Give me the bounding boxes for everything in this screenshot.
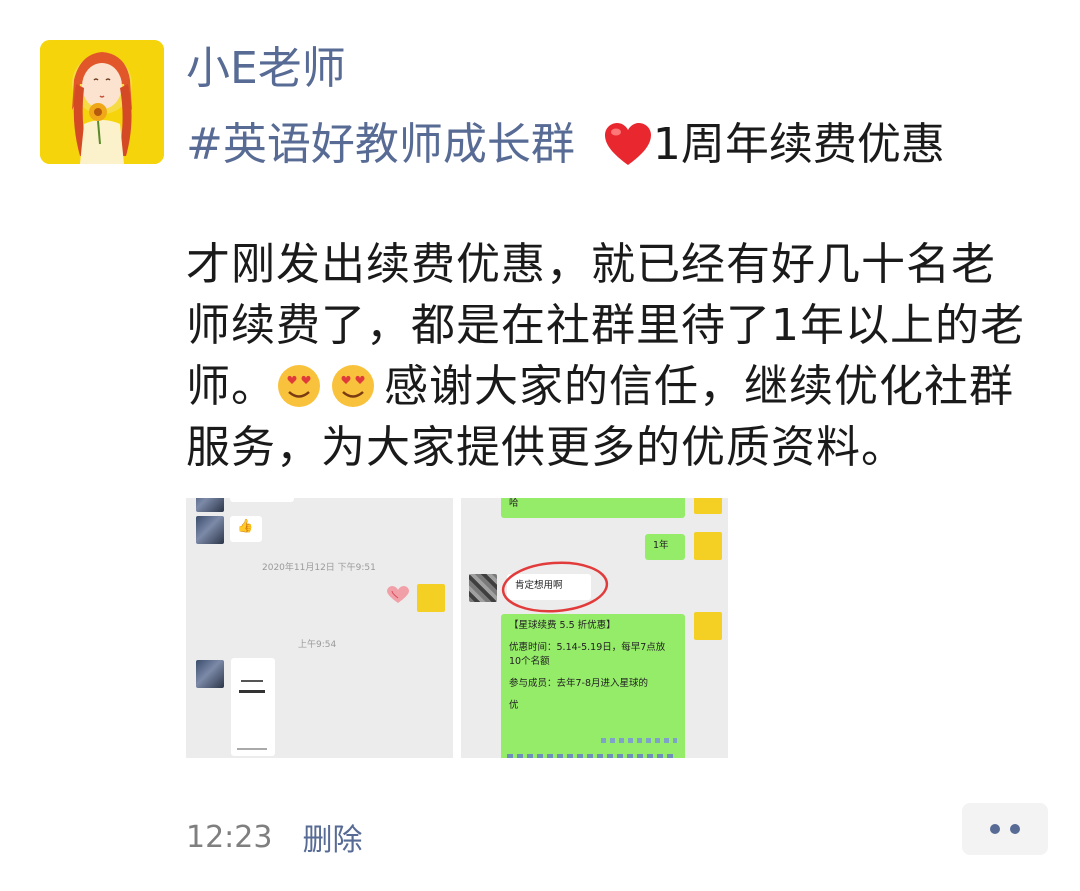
promo-title: 【星球续费 5.5 折优惠】 <box>509 620 616 631</box>
avatar[interactable] <box>40 40 164 164</box>
body-line: 才刚发出续费优惠，就已经有好几十名老 <box>186 239 996 290</box>
blurred-text <box>601 738 677 743</box>
body-line: 师。 感谢大家的信任，继续优化社群 <box>186 356 1044 417</box>
chat-screenshot-left[interactable]: 👍 2020年11月12日 下午9:51 上午9:54 <box>186 498 453 758</box>
promo-message-bubble: 【星球续费 5.5 折优惠】 优惠时间：5.14-5.19日，每早7点放 10个… <box>501 614 685 758</box>
chat-bubble: 1年 <box>645 534 685 560</box>
more-dots-icon[interactable] <box>962 803 1048 855</box>
post-body: 才刚发出续费优惠，就已经有好几十名老 师续费了，都是在社群里待了1年以上的老 师… <box>186 234 1044 478</box>
blurred-text <box>507 754 677 758</box>
body-text-segment: 感谢大家的信任，继续优化社群 <box>384 361 1014 412</box>
body-text-segment: 师。 <box>186 361 276 412</box>
own-avatar <box>417 584 445 612</box>
post-time: 12:23 <box>186 819 273 855</box>
dot <box>990 824 1000 834</box>
post-footer: 12:23 删除 <box>186 815 362 859</box>
chat-bubble: 哈 <box>501 498 685 518</box>
own-avatar <box>694 532 722 560</box>
username[interactable]: 小E老师 <box>186 38 346 100</box>
hashtag-link[interactable]: #英语好教师成长群 <box>186 119 575 170</box>
contact-avatar <box>469 574 497 602</box>
heart-sticker-icon <box>387 586 409 603</box>
smiling-face-with-heart-eyes-icon <box>278 365 320 407</box>
highlight-circle <box>501 561 609 613</box>
chat-screenshot-right[interactable]: 哈 1年 肯定想用啊 【星球续费 5.5 折优惠】 优惠时间：5.14-5.19… <box>461 498 728 758</box>
contact-avatar <box>196 498 224 512</box>
promo-members: 参与成员：去年7-8月进入星球的 <box>509 678 649 689</box>
post-content: 小E老师 #英语好教师成长群 1周年续费优惠 才刚发出续费优惠，就已经有好几十名… <box>186 38 1046 478</box>
chat-timestamp: 上午9:54 <box>298 640 337 650</box>
shared-screenshot-thumbnail <box>231 658 275 756</box>
promo-truncated: 优 <box>509 700 522 711</box>
moments-post: 小E老师 #英语好教师成长群 1周年续费优惠 才刚发出续费优惠，就已经有好几十名… <box>0 0 1080 891</box>
post-title-line: #英语好教师成长群 1周年续费优惠 <box>186 116 1046 174</box>
delete-link[interactable]: 删除 <box>302 815 362 859</box>
own-avatar <box>694 498 722 514</box>
title-suffix: 1周年续费优惠 <box>652 119 945 170</box>
body-line: 师续费了，都是在社群里待了1年以上的老 <box>186 300 1025 351</box>
dot <box>1010 824 1020 834</box>
chat-timestamp: 2020年11月12日 下午9:51 <box>262 563 376 573</box>
thumbs-up-icon: 👍 <box>230 516 262 542</box>
promo-time: 优惠时间：5.14-5.19日，每早7点放 10个名额 <box>509 642 666 667</box>
heart-icon <box>604 123 651 165</box>
smiling-face-with-heart-eyes-icon <box>332 365 374 407</box>
chat-bubble <box>230 498 294 502</box>
contact-avatar <box>196 660 224 688</box>
body-line: 服务，为大家提供更多的优质资料。 <box>186 422 906 473</box>
contact-avatar <box>196 516 224 544</box>
avatar-illustration <box>40 40 164 164</box>
own-avatar <box>694 612 722 640</box>
